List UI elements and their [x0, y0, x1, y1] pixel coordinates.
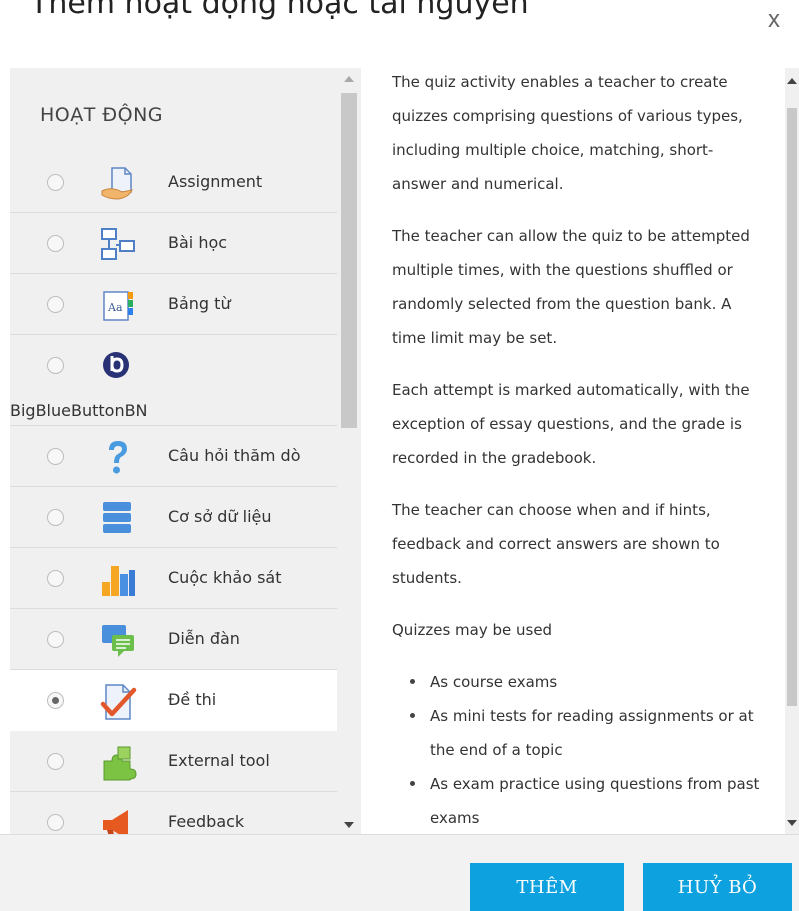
glossary-icon: Aa	[98, 286, 138, 326]
activity-radio[interactable]	[47, 296, 64, 313]
quiz-icon	[98, 682, 138, 722]
activity-description: The quiz activity enables a teacher to c…	[378, 68, 778, 834]
description-list: As course exams As mini tests for readin…	[392, 665, 764, 834]
dialog-footer: THÊM HUỶ BỎ	[0, 834, 799, 911]
section-title: HOẠT ĐỘNG	[40, 104, 163, 126]
activity-label: BigBlueButtonBN	[10, 401, 148, 420]
activity-item-forum[interactable]: Diễn đàn	[10, 609, 337, 670]
scroll-down-icon[interactable]	[787, 820, 797, 826]
activity-radio[interactable]	[47, 235, 64, 252]
scroll-up-icon[interactable]	[344, 76, 354, 82]
activity-label: External tool	[168, 751, 270, 770]
activity-item-quiz[interactable]: Đề thi	[10, 670, 337, 731]
activity-item-feedback[interactable]: Feedback	[10, 792, 337, 834]
description-paragraph: Each attempt is marked automatically, wi…	[392, 381, 750, 467]
activity-item-bigbluebutton[interactable]: BigBlueButtonBN	[10, 335, 337, 426]
activity-item-assignment[interactable]: Assignment	[10, 152, 337, 213]
activity-item-database[interactable]: Cơ sở dữ liệu	[10, 487, 337, 548]
description-scrollbar[interactable]	[785, 68, 799, 834]
activity-label: Feedback	[168, 812, 245, 831]
scroll-thumb[interactable]	[787, 108, 797, 706]
activity-radio[interactable]	[47, 509, 64, 526]
activity-item-lesson[interactable]: Bài học	[10, 213, 337, 274]
cancel-button[interactable]: HUỶ BỎ	[643, 863, 792, 911]
activity-radio[interactable]	[47, 570, 64, 587]
activity-radio[interactable]	[47, 753, 64, 770]
activity-radio[interactable]	[47, 174, 64, 191]
activity-radio[interactable]	[47, 357, 64, 374]
megaphone-icon	[98, 804, 138, 834]
database-icon	[98, 499, 138, 539]
activity-list-scrollbar[interactable]	[337, 68, 361, 834]
activity-label: Đề thi	[168, 690, 217, 709]
choice-question-icon	[98, 438, 138, 478]
description-paragraph: The teacher can allow the quiz to be att…	[392, 227, 750, 347]
activity-item-glossary[interactable]: Aa Bảng từ	[10, 274, 337, 335]
activity-label: Assignment	[168, 172, 263, 191]
activity-radio[interactable]	[47, 692, 64, 709]
scroll-up-icon[interactable]	[787, 78, 797, 84]
survey-chart-icon	[98, 560, 138, 600]
svg-text:Aa: Aa	[107, 301, 123, 314]
activity-label: Cuộc khảo sát	[168, 568, 282, 587]
activity-list: HOẠT ĐỘNG Assignment Bài học Aa Bảng từ …	[10, 68, 361, 834]
description-paragraph: The teacher can choose when and if hints…	[392, 501, 720, 587]
description-bullet: As mini tests for reading assignments or…	[406, 699, 764, 767]
description-bullet: As course exams	[406, 665, 764, 699]
close-icon[interactable]: x	[762, 6, 786, 34]
activity-label: Cơ sở dữ liệu	[168, 507, 272, 526]
activity-label: Câu hỏi thăm dò	[168, 446, 301, 465]
description-paragraph: Quizzes may be used	[392, 621, 553, 639]
lesson-icon	[98, 225, 138, 265]
bigbluebutton-icon	[98, 347, 138, 387]
dialog-title: Thêm hoạt động hoặc tài nguyên	[30, 0, 529, 21]
description-bullet: As exam practice using questions from pa…	[406, 767, 764, 834]
assignment-icon	[98, 164, 138, 204]
activity-radio[interactable]	[47, 631, 64, 648]
description-paragraph: The quiz activity enables a teacher to c…	[392, 73, 743, 193]
activity-label: Bảng từ	[168, 294, 231, 313]
forum-icon	[98, 621, 138, 661]
activity-item-survey[interactable]: Cuộc khảo sát	[10, 548, 337, 609]
activity-item-external-tool[interactable]: External tool	[10, 731, 337, 792]
scroll-thumb[interactable]	[341, 93, 357, 428]
scroll-down-icon[interactable]	[344, 822, 354, 828]
puzzle-icon	[98, 743, 138, 783]
activity-label: Diễn đàn	[168, 629, 240, 648]
activity-radio[interactable]	[47, 814, 64, 831]
activity-label: Bài học	[168, 233, 228, 252]
add-button[interactable]: THÊM	[470, 863, 624, 911]
activity-radio[interactable]	[47, 448, 64, 465]
activity-item-choice[interactable]: Câu hỏi thăm dò	[10, 426, 337, 487]
